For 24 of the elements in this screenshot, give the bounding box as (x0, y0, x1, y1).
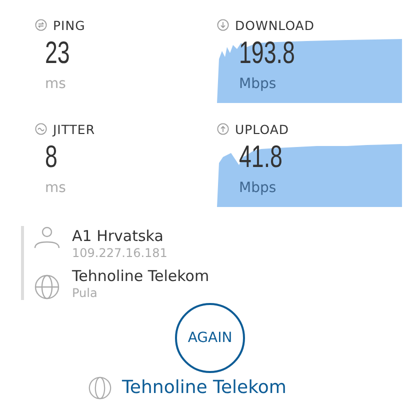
metric-unit: ms (45, 180, 67, 196)
wave-icon (35, 123, 47, 135)
again-button[interactable]: AGAIN (175, 303, 245, 373)
server-location: Pula (72, 286, 98, 300)
provider-ip: 109.227.16.181 (72, 246, 168, 260)
metric-value: 193.8 (239, 34, 296, 72)
globe-icon (88, 376, 112, 400)
metric-label: PING (53, 18, 86, 32)
globe-icon (34, 274, 60, 300)
metric-unit: Mbps (239, 180, 278, 196)
server-link[interactable]: Tehnoline Telekom (122, 377, 286, 399)
provider-name: A1 Hrvatska (72, 226, 164, 246)
metric-value: 8 (45, 138, 58, 176)
metric-label: UPLOAD (235, 122, 290, 136)
metric-value: 41.8 (239, 138, 284, 176)
metric-value: 23 (45, 34, 71, 72)
metric-label: JITTER (53, 122, 96, 136)
upload-icon (217, 123, 229, 135)
metric-unit: Mbps (239, 76, 278, 92)
ping-icon (35, 19, 47, 31)
download-icon (217, 19, 229, 31)
metric-unit: ms (45, 76, 67, 92)
metric-label: DOWNLOAD (235, 18, 314, 32)
server-name: Tehnoline Telekom (72, 266, 210, 286)
